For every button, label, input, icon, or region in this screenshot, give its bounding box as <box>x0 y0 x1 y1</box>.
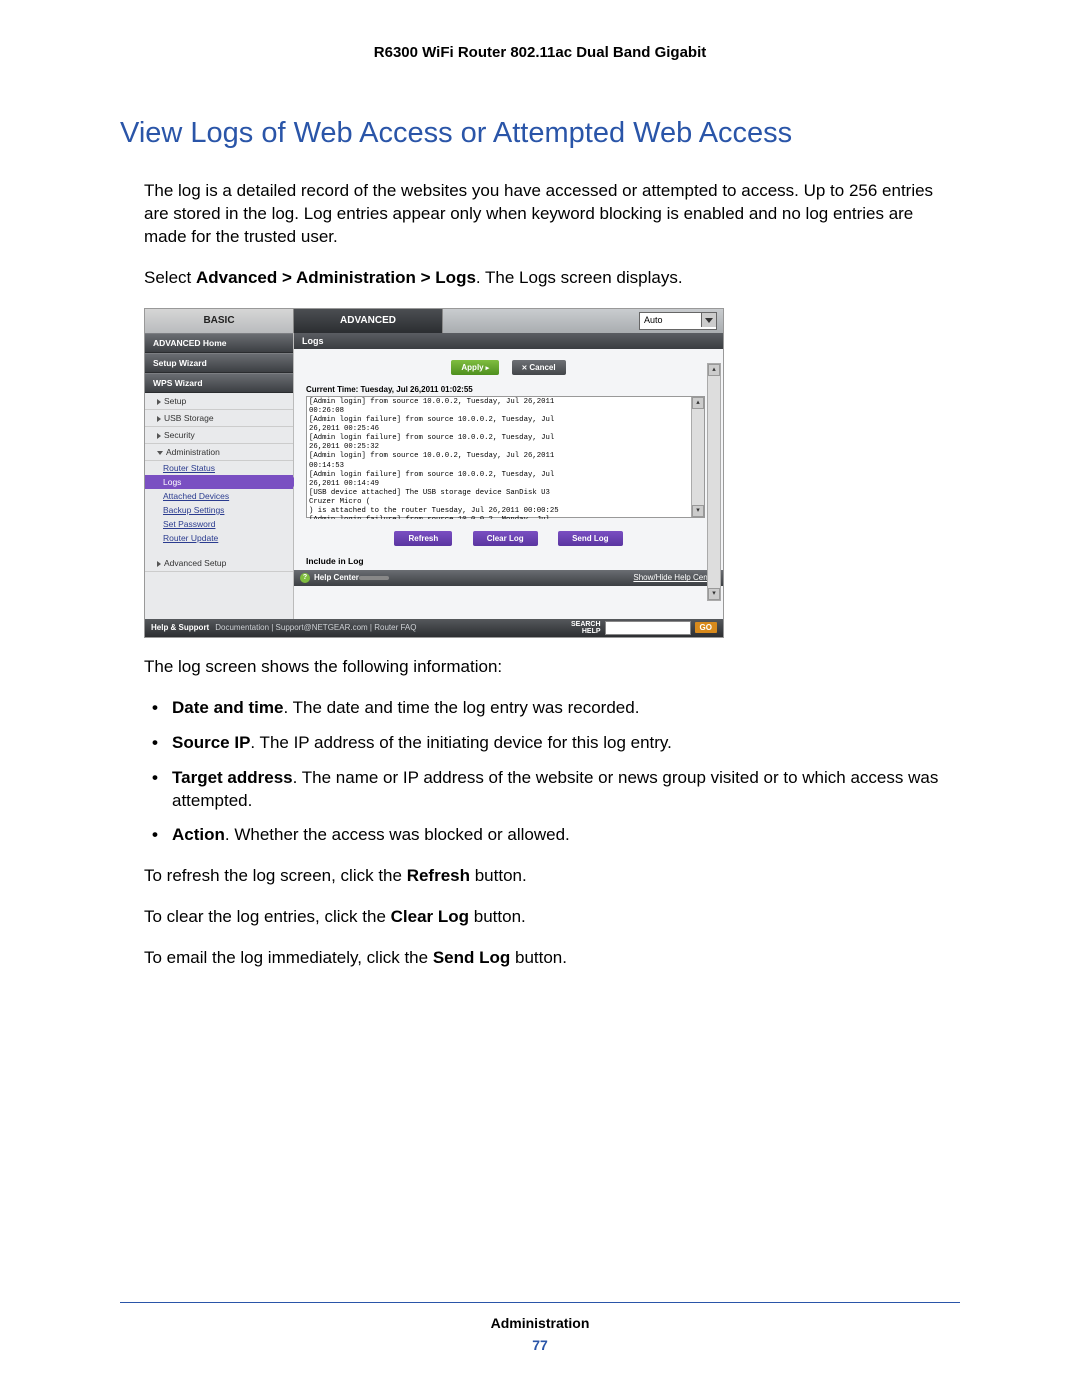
footer-section-name: Administration <box>120 1315 960 1331</box>
nav-advanced-home[interactable]: ADVANCED Home <box>145 333 293 353</box>
action-btn: Clear Log <box>391 907 469 926</box>
nav-security[interactable]: Security <box>145 427 293 444</box>
section-heading: View Logs of Web Access or Attempted Web… <box>120 117 960 150</box>
scroll-up-icon[interactable]: ▴ <box>708 364 720 376</box>
action-pre: To email the log immediately, click the <box>144 948 433 967</box>
help-center-bar: ? Help Center Show/Hide Help Center <box>294 570 723 586</box>
nav-security-label: Security <box>164 430 195 440</box>
clear-log-button[interactable]: Clear Log <box>473 531 538 546</box>
language-select[interactable]: Auto <box>639 312 717 330</box>
action-line: To clear the log entries, click the Clea… <box>144 906 960 929</box>
nav-instruction: Select Advanced > Administration > Logs.… <box>144 267 960 290</box>
after-screenshot-text: The log screen shows the following infor… <box>144 656 960 679</box>
help-center-label: Help Center <box>314 573 359 582</box>
chevron-right-icon <box>157 399 161 405</box>
info-term: Target address <box>172 768 293 787</box>
nav-administration[interactable]: Administration <box>145 444 293 461</box>
include-in-log-label: Include in Log <box>294 554 723 570</box>
nav-prefix: Select <box>144 268 196 287</box>
search-go-button[interactable]: GO <box>695 622 717 633</box>
current-time-label: Current Time: Tuesday, Jul 26,2011 01:02… <box>294 383 723 396</box>
action-btn: Send Log <box>433 948 510 967</box>
nav-setup-label: Setup <box>164 396 186 406</box>
scroll-down-icon[interactable]: ▾ <box>692 505 704 517</box>
sidebar: ADVANCED Home Setup Wizard WPS Wizard Se… <box>145 333 294 619</box>
nav-suffix: . The Logs screen displays. <box>476 268 683 287</box>
info-desc: . The IP address of the initiating devic… <box>250 733 671 752</box>
subnav-attached-devices[interactable]: Attached Devices <box>145 489 293 503</box>
action-post: button. <box>469 907 526 926</box>
language-select-wrap: Auto <box>639 312 717 330</box>
chevron-right-icon <box>157 433 161 439</box>
action-post: button. <box>470 866 527 885</box>
info-term: Date and time <box>172 698 283 717</box>
info-term: Source IP <box>172 733 250 752</box>
refresh-button[interactable]: Refresh <box>394 531 452 546</box>
nav-wps-wizard[interactable]: WPS Wizard <box>145 373 293 393</box>
panel-title: Logs <box>294 333 723 349</box>
help-icon[interactable]: ? <box>300 573 310 583</box>
nav-adv-setup-label: Advanced Setup <box>164 558 226 568</box>
drag-handle-icon[interactable] <box>359 576 389 580</box>
nav-advanced-setup[interactable]: Advanced Setup <box>145 555 293 572</box>
apply-cancel-row: Apply Cancel <box>294 349 723 383</box>
send-log-button[interactable]: Send Log <box>558 531 622 546</box>
action-pre: To refresh the log screen, click the <box>144 866 407 885</box>
log-action-row: Refresh Clear Log Send Log <box>294 524 723 554</box>
chevron-down-icon <box>157 451 163 455</box>
info-desc: . The date and time the log entry was re… <box>283 698 639 717</box>
panel-scrollbar[interactable]: ▴ ▾ <box>707 363 721 601</box>
nav-path: Advanced > Administration > Logs <box>196 268 476 287</box>
router-ui-screenshot: BASIC ADVANCED Auto ADVANCED Home Setup … <box>144 308 724 638</box>
info-term: Action <box>172 825 225 844</box>
action-pre: To clear the log entries, click the <box>144 907 391 926</box>
apply-button[interactable]: Apply <box>451 360 499 375</box>
subnav-backup-settings[interactable]: Backup Settings <box>145 503 293 517</box>
tab-advanced[interactable]: ADVANCED <box>294 309 443 333</box>
tab-spacer <box>443 309 633 333</box>
action-line: To email the log immediately, click the … <box>144 947 960 970</box>
show-hide-help-link[interactable]: Show/Hide Help Center <box>633 573 717 582</box>
info-desc: . Whether the access was blocked or allo… <box>225 825 570 844</box>
chevron-right-icon <box>157 561 161 567</box>
nav-usb-label: USB Storage <box>164 413 214 423</box>
action-line: To refresh the log screen, click the Ref… <box>144 865 960 888</box>
cancel-button[interactable]: Cancel <box>512 360 566 375</box>
nav-setup[interactable]: Setup <box>145 393 293 410</box>
log-content: [Admin login] from source 10.0.0.2, Tues… <box>307 397 704 519</box>
page-footer: Administration 77 <box>120 1302 960 1353</box>
scroll-down-icon[interactable]: ▾ <box>708 588 720 600</box>
list-item: Action. Whether the access was blocked o… <box>172 824 960 847</box>
content-panel: Logs Apply Cancel Current Time: Tuesday,… <box>294 333 723 619</box>
nav-admin-label: Administration <box>166 447 220 457</box>
tab-basic[interactable]: BASIC <box>145 309 294 333</box>
list-item: Target address. The name or IP address o… <box>172 767 960 813</box>
search-help-label: SEARCH HELP <box>571 621 601 635</box>
footer-page-number: 77 <box>120 1337 960 1353</box>
action-post: button. <box>510 948 567 967</box>
subnav-router-status[interactable]: Router Status <box>145 461 293 475</box>
list-item: Date and time. The date and time the log… <box>172 697 960 720</box>
footer-links[interactable]: Documentation | Support@NETGEAR.com | Ro… <box>215 623 416 632</box>
list-item: Source IP. The IP address of the initiat… <box>172 732 960 755</box>
log-textarea[interactable]: [Admin login] from source 10.0.0.2, Tues… <box>306 396 705 518</box>
log-info-list: Date and time. The date and time the log… <box>120 697 960 848</box>
intro-paragraph: The log is a detailed record of the webs… <box>144 180 960 249</box>
top-tabs: BASIC ADVANCED Auto <box>145 309 723 333</box>
subnav-router-update[interactable]: Router Update <box>145 531 293 545</box>
help-support-label: Help & Support <box>151 623 209 632</box>
nav-setup-wizard[interactable]: Setup Wizard <box>145 353 293 373</box>
search-help-input[interactable] <box>605 621 691 635</box>
doc-header-title: R6300 WiFi Router 802.11ac Dual Band Gig… <box>120 44 960 61</box>
nav-usb-storage[interactable]: USB Storage <box>145 410 293 427</box>
subnav-logs[interactable]: Logs <box>145 475 293 489</box>
action-btn: Refresh <box>407 866 470 885</box>
router-footer-bar: Help & Support Documentation | Support@N… <box>145 619 723 637</box>
log-scrollbar[interactable]: ▴ ▾ <box>691 397 704 517</box>
scroll-up-icon[interactable]: ▴ <box>692 397 704 409</box>
chevron-right-icon <box>157 416 161 422</box>
subnav-set-password[interactable]: Set Password <box>145 517 293 531</box>
